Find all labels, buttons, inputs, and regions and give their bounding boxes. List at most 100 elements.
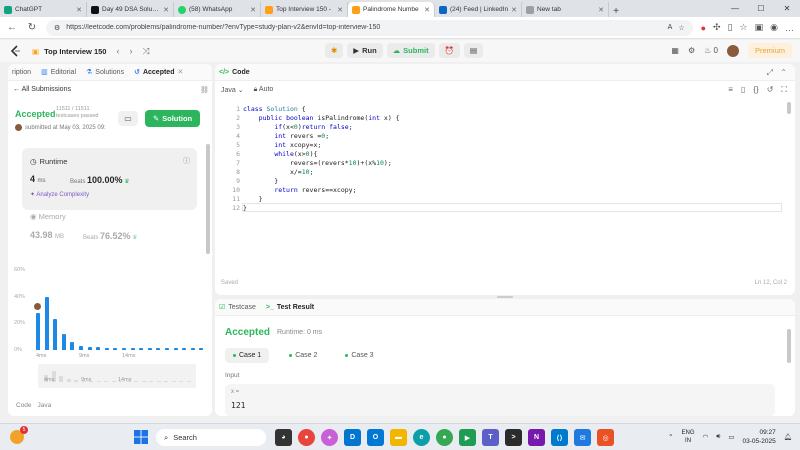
chevron-up-icon[interactable]: ⌃	[668, 433, 673, 441]
info-icon[interactable]: ⓘ	[183, 156, 190, 166]
code-line[interactable]: int revers =0;	[243, 132, 329, 140]
code-line[interactable]: public boolean isPalindrome(int x) {	[243, 114, 400, 122]
office-icon[interactable]: ◎	[597, 429, 614, 446]
code-line[interactable]: revers=(revers*10)+(x%10);	[243, 159, 392, 167]
chart-bar[interactable]	[104, 348, 109, 350]
next-problem-icon[interactable]: ›	[129, 46, 132, 56]
chart-bar[interactable]	[53, 319, 58, 350]
chart-bar[interactable]	[130, 348, 135, 350]
chrome-icon[interactable]: ●	[298, 429, 315, 446]
avatar[interactable]	[726, 44, 739, 57]
outlook-new-icon[interactable]: ✉	[574, 429, 591, 446]
battery-icon[interactable]: ▭	[728, 433, 734, 441]
chart-bar[interactable]	[139, 348, 144, 350]
premium-button[interactable]: Premium	[747, 43, 792, 58]
result-scrollbar[interactable]	[787, 329, 791, 363]
close-icon[interactable]: ✕	[250, 6, 256, 14]
layout-icon[interactable]: ▦	[671, 46, 679, 55]
file-explorer-icon[interactable]: ▬	[390, 429, 407, 446]
memory-title[interactable]: ◉ Memory	[30, 212, 66, 221]
terminal-app-icon[interactable]: >	[505, 429, 522, 446]
read-aloud-icon[interactable]: A	[668, 24, 673, 31]
code-line[interactable]: }	[243, 177, 278, 185]
runtime-card[interactable]: ◷ Runtime ⓘ 4 ms Beats 100.00% ♛ ✦ Analyz…	[22, 148, 197, 210]
input-language[interactable]: ENG IN	[682, 429, 695, 445]
url-field[interactable]: ⚙ https://leetcode.com/problems/palindro…	[46, 19, 693, 36]
reload-icon[interactable]: ↻	[26, 22, 38, 33]
site-info-icon[interactable]: ⚙	[54, 24, 60, 32]
run-button[interactable]: ▶ Run	[347, 43, 383, 58]
chart-bar[interactable]	[79, 346, 83, 350]
link-icon[interactable]: ⛓	[200, 86, 209, 94]
browser-tab[interactable]: (24) Feed | LinkedIn ✕	[435, 2, 522, 17]
language-select[interactable]: Java ⌄	[221, 86, 244, 94]
close-icon[interactable]: ✕	[163, 6, 169, 14]
chart-bar[interactable]	[190, 348, 195, 350]
notification-bell-icon[interactable]: 🔔︎	[784, 433, 792, 441]
extension-icon[interactable]: ●	[701, 23, 706, 33]
analyze-complexity-link[interactable]: ✦ Analyze Complexity	[30, 191, 89, 198]
open-editor-button[interactable]: ▭	[118, 111, 138, 126]
chart-bar[interactable]	[70, 342, 75, 350]
wifi-icon[interactable]: ◠	[703, 433, 709, 441]
clock[interactable]: 09:27 03-05-2025	[742, 428, 775, 446]
close-icon[interactable]: ✕	[511, 6, 517, 14]
timer-button[interactable]: ⏰	[438, 43, 460, 58]
browser-tab[interactable]: ChatGPT ✕	[0, 2, 87, 17]
debug-button[interactable]: ✱	[325, 43, 344, 58]
solution-button[interactable]: ✎ Solution	[145, 110, 200, 127]
settings-gear-icon[interactable]: ⚙	[688, 46, 695, 55]
chart-bar[interactable]	[173, 348, 178, 350]
media-player-icon[interactable]: ▶	[459, 429, 476, 446]
tab-solutions[interactable]: ⚗ Solutions	[86, 68, 124, 77]
tab-code[interactable]: </> Code	[219, 69, 250, 76]
tab-testcase[interactable]: ☑ Testcase	[219, 303, 256, 312]
puzzle-icon[interactable]: ✣	[713, 22, 721, 33]
code-line[interactable]: x/=10;	[243, 168, 314, 176]
tab-accepted[interactable]: ↺ Accepted ✕	[134, 68, 183, 77]
tab-test-result[interactable]: >_ Test Result	[266, 304, 314, 311]
leetcode-logo-icon[interactable]	[10, 45, 22, 57]
split-screen-icon[interactable]: ▯	[728, 22, 733, 33]
chrome-alt-icon[interactable]: ●	[436, 429, 453, 446]
tab-editorial[interactable]: ▥ Editorial	[41, 68, 76, 77]
code-line[interactable]: class Solution {	[243, 105, 306, 113]
close-icon[interactable]: ✕	[337, 6, 343, 14]
close-icon[interactable]: ✕	[598, 6, 604, 14]
left-scrollbar[interactable]	[206, 144, 210, 254]
windows-start-icon[interactable]	[134, 430, 148, 444]
favorites-icon[interactable]: ☆	[740, 22, 748, 33]
volume-icon[interactable]: 🔊︎	[716, 433, 720, 441]
close-icon[interactable]: ✕	[424, 6, 430, 14]
chart-bar[interactable]	[44, 296, 49, 350]
chart-bar[interactable]	[87, 347, 92, 350]
submit-button[interactable]: ☁ Submit	[386, 43, 435, 58]
fullscreen-icon[interactable]: ⛶	[781, 85, 787, 95]
notes-button[interactable]: ▤	[463, 43, 484, 58]
browser-tab-active[interactable]: Palindrome Numbe ✕	[348, 2, 435, 17]
reset-icon[interactable]: ↺	[767, 85, 774, 95]
vscode-icon[interactable]: ⟨⟩	[551, 429, 568, 446]
problem-list-nav[interactable]: ▣ Top Interview 150 ‹ › ⤨	[32, 46, 150, 57]
minimize-icon[interactable]: —	[722, 0, 748, 17]
chart-bar[interactable]	[122, 348, 126, 350]
code-line[interactable]: int xcopy=x;	[243, 141, 321, 149]
favorite-star-icon[interactable]: ☆	[678, 24, 684, 32]
editor-scrollbar[interactable]	[787, 102, 791, 114]
maximize-panel-icon[interactable]: ⤢	[767, 68, 773, 78]
collapse-panel-icon[interactable]: ⌃	[780, 68, 787, 77]
streak-counter[interactable]: ♨ 0	[704, 46, 718, 55]
chart-bar[interactable]	[165, 348, 169, 350]
close-icon[interactable]: ✕	[177, 68, 183, 76]
code-line[interactable]: if(x<0)return false;	[243, 123, 352, 131]
profile-icon[interactable]: ◉	[770, 22, 778, 33]
browser-tab[interactable]: Top Interview 150 - ✕	[261, 2, 348, 17]
chart-bar[interactable]	[156, 348, 161, 350]
code-line[interactable]: }	[243, 195, 263, 203]
taskbar-search[interactable]: ⌕ Search	[156, 429, 266, 446]
browser-tab[interactable]: Day 49 DSA Solution ✕	[87, 2, 174, 17]
auto-mode-toggle[interactable]: 🔒︎ Auto	[254, 86, 274, 94]
chart-bar[interactable]	[113, 348, 118, 350]
format-icon[interactable]: ≡	[728, 85, 733, 95]
back-icon[interactable]: ←	[6, 22, 18, 33]
